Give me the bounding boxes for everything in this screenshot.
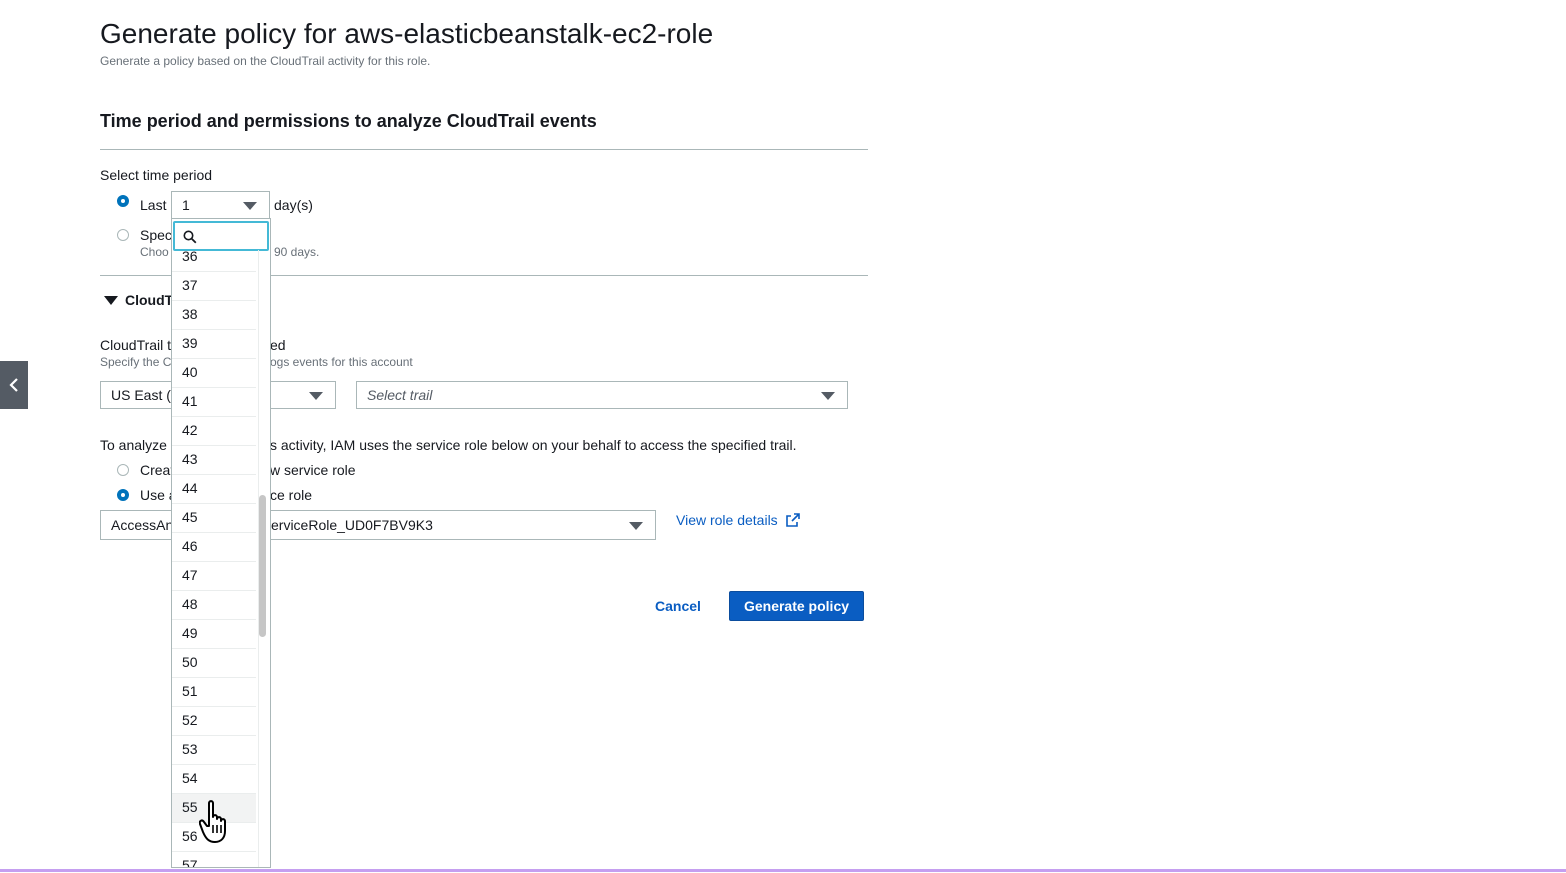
page-subtitle: Generate a policy based on the CloudTrai… bbox=[100, 54, 431, 68]
dropdown-option[interactable]: 37 bbox=[172, 272, 256, 301]
hand-cursor-icon bbox=[199, 800, 226, 843]
specific-hint-right: 90 days. bbox=[274, 245, 320, 259]
service-role-intro-right: s activity, IAM uses the service role be… bbox=[270, 437, 797, 453]
trail-hint-right: ogs events for this account bbox=[270, 355, 413, 369]
region-select-value: US East (I bbox=[111, 387, 175, 403]
use-existing-role-radio[interactable] bbox=[117, 489, 129, 501]
service-role-intro-left: To analyze t bbox=[100, 437, 175, 453]
service-role-value-right: erviceRole_UD0F7BV9K3 bbox=[271, 517, 433, 533]
specific-dates-label: Spec bbox=[140, 227, 172, 243]
days-suffix: day(s) bbox=[274, 197, 313, 213]
specific-dates-radio[interactable] bbox=[117, 229, 129, 241]
trail-label-left: CloudTrail t bbox=[100, 337, 172, 353]
cancel-button[interactable]: Cancel bbox=[648, 591, 708, 621]
dropdown-option[interactable]: 42 bbox=[172, 417, 256, 446]
dropdown-option[interactable]: 57 bbox=[172, 852, 256, 867]
chevron-left-icon bbox=[9, 378, 18, 392]
last-days-radio[interactable] bbox=[117, 195, 129, 207]
create-role-label-right: w service role bbox=[270, 462, 356, 478]
chevron-down-icon bbox=[309, 392, 323, 400]
dropdown-option[interactable]: 50 bbox=[172, 649, 256, 678]
days-select[interactable]: 1 bbox=[171, 191, 270, 219]
external-link-icon bbox=[785, 513, 800, 527]
trail-label-right: ed bbox=[270, 337, 286, 353]
section-divider bbox=[100, 149, 868, 150]
caret-down-icon[interactable] bbox=[104, 296, 118, 305]
generate-policy-button[interactable]: Generate policy bbox=[729, 591, 864, 621]
dropdown-option[interactable]: 47 bbox=[172, 562, 256, 591]
view-role-details-link[interactable]: View role details bbox=[676, 512, 800, 528]
dropdown-option[interactable]: 38 bbox=[172, 301, 256, 330]
dropdown-option[interactable]: 49 bbox=[172, 620, 256, 649]
dropdown-option[interactable]: 52 bbox=[172, 707, 256, 736]
dropdown-option[interactable]: 48 bbox=[172, 591, 256, 620]
days-select-value: 1 bbox=[182, 197, 190, 213]
dropdown-option[interactable]: 40 bbox=[172, 359, 256, 388]
create-role-label-left: Creat bbox=[140, 462, 175, 478]
service-role-value-left: AccessAn bbox=[111, 517, 174, 533]
page-title: Generate policy for aws-elasticbeanstalk… bbox=[100, 18, 714, 49]
dropdown-option[interactable]: 45 bbox=[172, 504, 256, 533]
dropdown-option[interactable]: 46 bbox=[172, 533, 256, 562]
last-label: Last bbox=[140, 197, 167, 213]
view-role-details-label: View role details bbox=[676, 512, 778, 528]
dropdown-scroll-thumb[interactable] bbox=[259, 495, 266, 637]
specific-hint-left: Choo bbox=[140, 245, 169, 259]
side-panel-toggle[interactable] bbox=[0, 361, 28, 409]
dropdown-option[interactable]: 54 bbox=[172, 765, 256, 794]
dropdown-option[interactable]: 43 bbox=[172, 446, 256, 475]
chevron-down-icon bbox=[821, 392, 835, 400]
dropdown-option[interactable]: 51 bbox=[172, 678, 256, 707]
dropdown-option[interactable]: 53 bbox=[172, 736, 256, 765]
create-role-radio[interactable] bbox=[117, 464, 129, 476]
use-role-label-right: ce role bbox=[270, 487, 313, 503]
dropdown-option[interactable]: 44 bbox=[172, 475, 256, 504]
dropdown-option[interactable]: 36 bbox=[172, 243, 256, 272]
section-title: Time period and permissions to analyze C… bbox=[100, 111, 597, 131]
chevron-down-icon bbox=[243, 202, 257, 210]
dropdown-options-list: 36 37 38 39 40 41 42 43 44 45 46 47 48 49 50 51 52 53 54 55… bbox=[172, 243, 256, 867]
select-time-period-label: Select time period bbox=[100, 167, 213, 183]
days-dropdown-menu[interactable]: 36 37 38 39 40 41 42 43 44 45 46 47 48 49 50 51 52 53 54 55… bbox=[171, 218, 271, 868]
trail-select-placeholder: Select trail bbox=[367, 387, 433, 403]
bottom-border bbox=[0, 869, 1566, 872]
dropdown-option[interactable]: 39 bbox=[172, 330, 256, 359]
trail-select[interactable]: Select trail bbox=[356, 381, 848, 409]
dropdown-option[interactable]: 41 bbox=[172, 388, 256, 417]
trail-hint-left: Specify the C bbox=[100, 355, 172, 369]
cloudtrail-expander[interactable]: CloudT bbox=[125, 292, 173, 308]
chevron-down-icon bbox=[629, 522, 643, 530]
search-icon bbox=[183, 230, 197, 244]
